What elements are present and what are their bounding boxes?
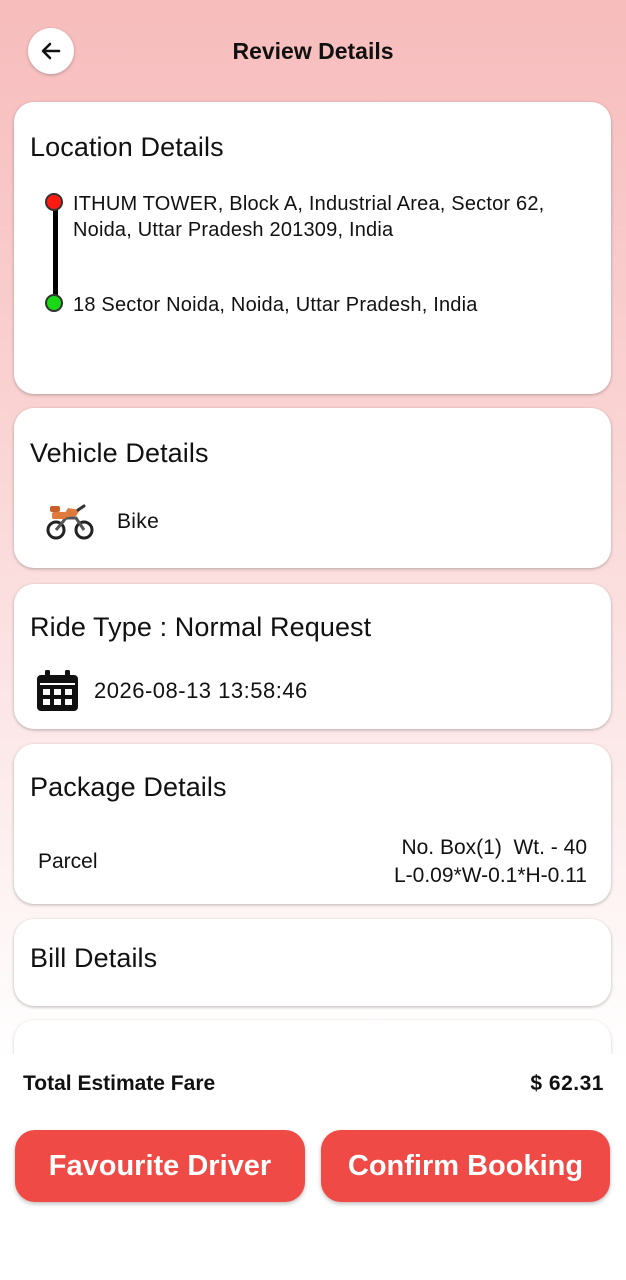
vehicle-details-card: Vehicle Details Bike (14, 408, 611, 568)
vehicle-name: Bike (117, 510, 160, 533)
total-fare-value: $ 62.31 (530, 1072, 604, 1095)
header: Review Details (0, 0, 626, 100)
package-details-card: Package Details Parcel No. Box(1) Wt. - … (14, 744, 611, 904)
package-type: Parcel (38, 850, 98, 873)
pickup-address: ITHUM TOWER, Block A, Industrial Area, S… (73, 193, 545, 241)
calendar-icon (37, 670, 78, 711)
pickup-dot-icon (45, 193, 63, 211)
drop-address: 18 Sector Noida, Noida, Uttar Pradesh, I… (73, 294, 478, 316)
package-dimensions: L-0.09*W-0.1*H-0.11 (394, 864, 587, 887)
ride-type-card: Ride Type : Normal Request 2026-08-13 13… (14, 584, 611, 729)
favourite-driver-button[interactable]: Favourite Driver (15, 1130, 305, 1202)
confirm-booking-button[interactable]: Confirm Booking (321, 1130, 610, 1202)
route-line (53, 202, 58, 302)
drop-dot-icon (45, 294, 63, 312)
page-title: Review Details (232, 38, 394, 64)
location-details-card: Location Details ITHUM TOWER, Block A, I… (14, 102, 611, 394)
package-box-weight: No. Box(1) Wt. - 40 (401, 836, 587, 859)
package-details-heading: Package Details (30, 772, 227, 802)
bill-details-card[interactable]: Bill Details (14, 919, 611, 1006)
vehicle-details-heading: Vehicle Details (30, 438, 209, 468)
total-fare-label: Total Estimate Fare (23, 1072, 216, 1095)
bike-icon (46, 504, 94, 540)
location-details-heading: Location Details (30, 132, 224, 162)
ride-datetime: 2026-08-13 13:58:46 (94, 678, 308, 703)
bill-details-heading: Bill Details (30, 943, 158, 973)
ride-type-heading: Ride Type : Normal Request (30, 612, 372, 642)
package-meta: No. Box(1) Wt. - 40 L-0.09*W-0.1*H-0.11 (394, 834, 587, 890)
